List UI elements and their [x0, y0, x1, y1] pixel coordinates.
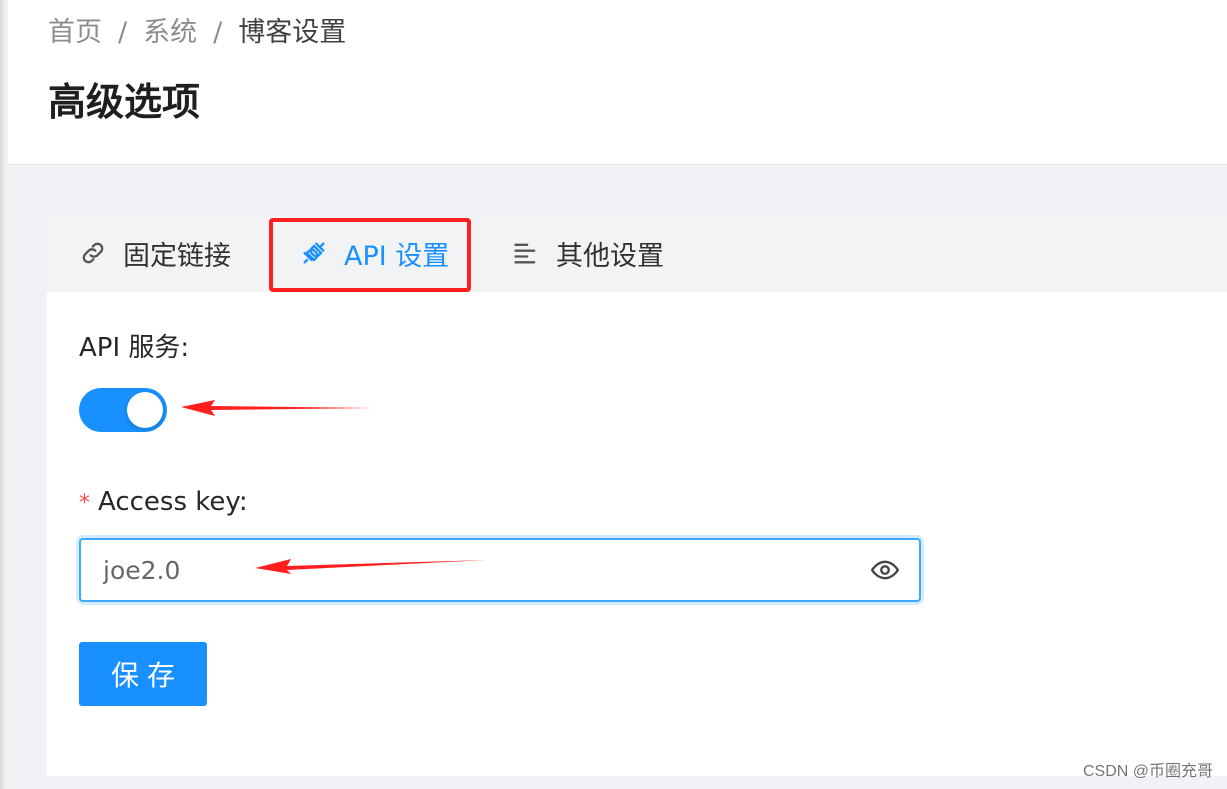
- breadcrumb-separator: /: [213, 17, 223, 48]
- tab-other-settings[interactable]: 其他设置: [512, 214, 664, 292]
- page-title: 高级选项: [48, 80, 201, 124]
- breadcrumb-separator: /: [118, 17, 128, 48]
- tab-api-settings-label: API 设置: [344, 240, 450, 272]
- api-plug-icon: [300, 239, 328, 267]
- save-button[interactable]: 保存: [79, 642, 207, 706]
- api-service-label: API 服务:: [79, 333, 190, 363]
- tab-fixed-link[interactable]: 固定链接: [79, 214, 231, 292]
- breadcrumb-current: 博客设置: [238, 17, 347, 48]
- access-key-label: * Access key:: [79, 484, 248, 522]
- link-icon: [79, 239, 107, 267]
- access-key-label-text: Access key:: [98, 487, 248, 517]
- window-left-edge: [0, 0, 8, 789]
- breadcrumb-system[interactable]: 系统: [143, 17, 197, 48]
- switch-arrow-annotation: [181, 400, 373, 416]
- tab-api-settings[interactable]: API 设置: [300, 214, 449, 292]
- switch-knob: [127, 392, 163, 428]
- access-key-field[interactable]: [79, 538, 921, 602]
- page-header: 首页 / 系统 / 博客设置 高级选项: [8, 0, 1227, 165]
- required-mark: *: [79, 491, 90, 516]
- watermark: CSDN @币圈充哥: [1082, 763, 1213, 780]
- tab-other-settings-label: 其他设置: [556, 240, 664, 272]
- api-service-switch[interactable]: [79, 388, 167, 432]
- align-left-icon: [512, 239, 540, 267]
- breadcrumb: 首页 / 系统 / 博客设置: [48, 14, 346, 52]
- breadcrumb-home[interactable]: 首页: [48, 17, 102, 48]
- tab-fixed-link-label: 固定链接: [123, 240, 231, 272]
- tab-bar: 固定链接 API 设置 其他设置: [47, 214, 1227, 292]
- access-key-input[interactable]: [103, 552, 843, 588]
- eye-icon[interactable]: [870, 556, 900, 584]
- settings-card: 固定链接 API 设置 其他设置 API 服务: * Access key: j…: [47, 214, 1227, 776]
